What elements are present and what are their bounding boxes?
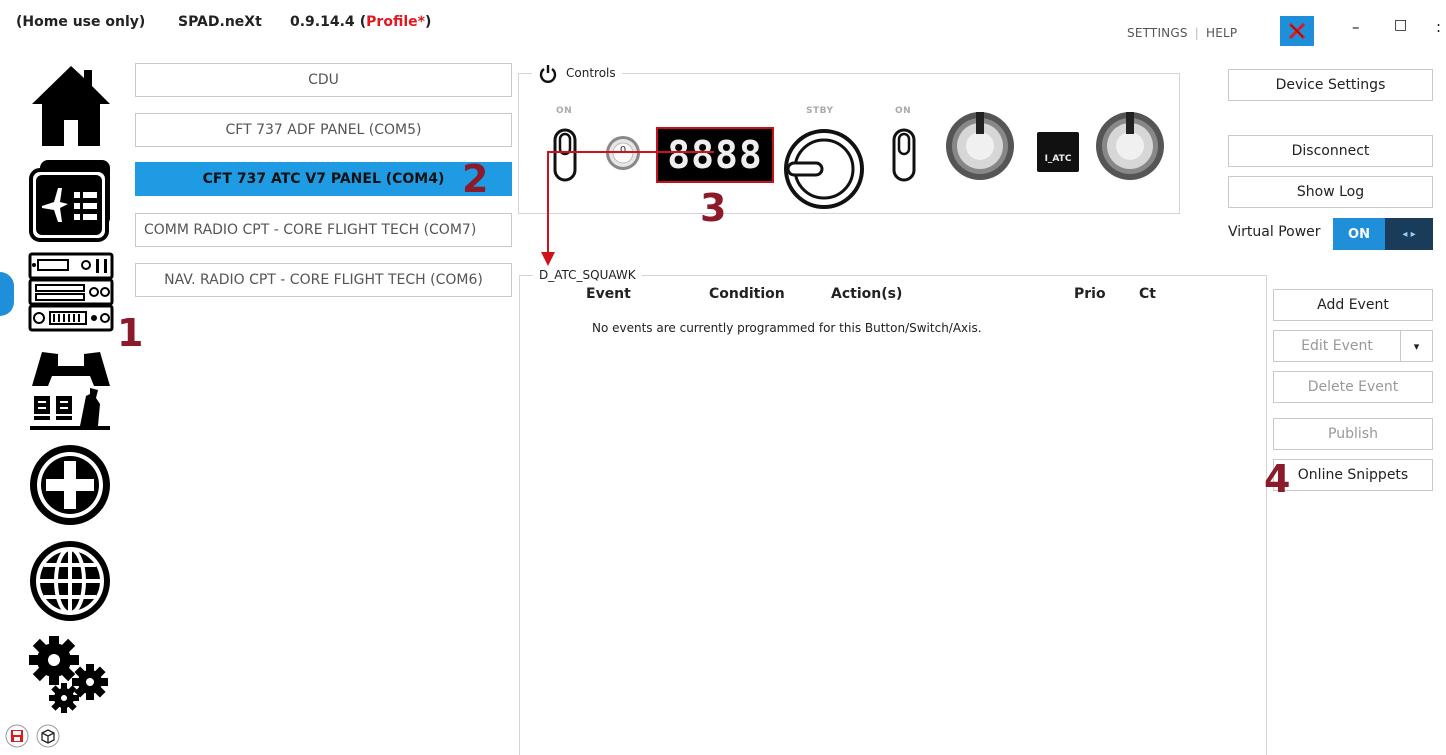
sidebar-item-home[interactable] <box>28 64 114 148</box>
atc-ident-button[interactable]: I_ATC <box>1037 132 1079 172</box>
add-event-button[interactable]: Add Event <box>1273 289 1433 321</box>
virtual-power-label: Virtual Power <box>1228 224 1321 240</box>
label-on-2: ON <box>895 106 912 116</box>
edit-event-dropdown[interactable]: ▾ <box>1400 330 1433 362</box>
online-snippets-button[interactable]: Online Snippets <box>1273 459 1433 491</box>
events-group-title: D_ATC_SQUAWK <box>533 266 642 284</box>
mode-selector-knob[interactable] <box>782 127 866 211</box>
toggle-switch-2[interactable] <box>889 128 919 182</box>
title-version: 0.9.14.4 (Profile*) <box>290 14 432 30</box>
maximize-button[interactable]: □ <box>1394 17 1407 33</box>
nav-separator: | <box>1194 26 1199 40</box>
callout-4: 4 <box>1264 457 1291 501</box>
device-item-cdu[interactable]: CDU <box>135 63 512 97</box>
profile-name: Profile* <box>366 14 425 30</box>
package-button[interactable] <box>36 724 60 748</box>
virtual-power-on: ON <box>1348 226 1370 242</box>
close-button[interactable] <box>1280 16 1314 46</box>
power-icon <box>539 65 557 83</box>
chevron-down-icon: ▾ <box>1413 339 1420 353</box>
publish-button[interactable]: Publish <box>1273 418 1433 450</box>
rotary-knob-1[interactable] <box>944 110 1016 182</box>
disconnect-button[interactable]: Disconnect <box>1228 135 1433 167</box>
callout-2: 2 <box>462 157 489 201</box>
device-item-atc[interactable]: CFT 737 ATC V7 PANEL (COM4) <box>135 162 512 196</box>
help-link[interactable]: HELP <box>1206 26 1237 40</box>
col-ct[interactable]: Ct <box>1139 286 1156 302</box>
col-condition[interactable]: Condition <box>709 286 785 302</box>
sidebar-item-add[interactable] <box>28 442 114 528</box>
selector-knob-icon <box>784 129 864 209</box>
save-icon <box>5 724 29 748</box>
sidebar-item-settings[interactable] <box>28 635 114 716</box>
callout-1: 1 <box>117 311 144 355</box>
devices-icon <box>28 252 114 332</box>
device-item-adf[interactable]: CFT 737 ADF PANEL (COM5) <box>135 113 512 147</box>
atc-ident-label: I_ATC <box>1044 154 1072 164</box>
empty-events-message: No events are currently programmed for t… <box>592 321 982 335</box>
controls-title: Controls <box>532 62 622 84</box>
home-icon <box>32 66 110 146</box>
minimize-button[interactable]: – <box>1352 18 1360 36</box>
sidebar-item-flights[interactable] <box>28 158 114 242</box>
device-settings-button[interactable]: Device Settings <box>1228 69 1433 101</box>
device-item-nav[interactable]: NAV. RADIO CPT - CORE FLIGHT TECH (COM6) <box>135 263 512 297</box>
label-on-1: ON <box>556 106 573 116</box>
save-button[interactable] <box>5 724 29 748</box>
callout-3: 3 <box>700 186 727 230</box>
virtual-power-toggle[interactable]: ON ◂ ▸ <box>1333 218 1433 250</box>
rotary-knob-icon <box>946 112 1014 180</box>
more-button[interactable]: : <box>1436 18 1441 36</box>
sidebar-selection-indicator <box>0 272 14 316</box>
label-stby: STBY <box>806 106 834 116</box>
title-app: SPAD.neXt <box>178 14 262 30</box>
cockpit-icon <box>30 352 110 430</box>
rotary-knob-icon <box>1096 112 1164 180</box>
gears-icon <box>29 635 108 713</box>
toggle-switch-icon <box>892 128 916 182</box>
device-item-comm[interactable]: COMM RADIO CPT - CORE FLIGHT TECH (COM7) <box>135 213 512 247</box>
close-icon <box>1288 22 1306 40</box>
annotation-arrow <box>541 151 714 266</box>
globe-icon <box>30 541 110 621</box>
package-icon <box>36 724 60 748</box>
col-prio[interactable]: Prio <box>1074 286 1106 302</box>
delete-event-button[interactable]: Delete Event <box>1273 371 1433 403</box>
edit-event-button[interactable]: Edit Event <box>1273 330 1401 362</box>
virtual-power-arrows: ◂ ▸ <box>1385 218 1433 250</box>
col-event[interactable]: Event <box>586 286 631 302</box>
sidebar-item-cockpit[interactable] <box>28 346 114 432</box>
col-actions[interactable]: Action(s) <box>831 286 902 302</box>
events-group <box>519 275 1267 755</box>
rotary-knob-2[interactable] <box>1094 110 1166 182</box>
sidebar-item-devices[interactable] <box>28 252 114 334</box>
title-usage: (Home use only) <box>16 14 146 30</box>
sidebar-item-online[interactable] <box>28 538 114 624</box>
settings-link[interactable]: SETTINGS <box>1127 26 1188 40</box>
add-icon <box>30 445 110 525</box>
flight-plan-icon <box>29 160 110 242</box>
top-nav: SETTINGS | HELP <box>1127 26 1237 40</box>
show-log-button[interactable]: Show Log <box>1228 176 1433 208</box>
